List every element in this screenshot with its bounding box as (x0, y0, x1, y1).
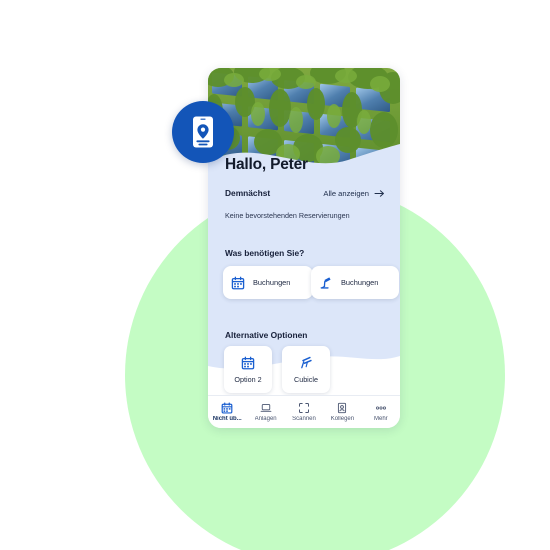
mobile-location-pin-icon (189, 115, 217, 149)
tab-label: Nicht üb... (212, 416, 242, 422)
upcoming-header-row: Demnächst Alle anzeigen (225, 188, 385, 198)
needs-item-label: Buchungen (253, 278, 291, 287)
arrow-right-icon (374, 189, 385, 198)
tab-label: Kollegen (330, 416, 355, 422)
phone-mockup-card: Hallo, Peter Demnächst Alle anzeigen Kei… (208, 68, 400, 428)
needs-item-bookings-calendar[interactable]: Buchungen (223, 266, 313, 299)
tab-nicht-ueberprueft[interactable]: Nicht üb... (208, 402, 246, 422)
laptop-icon (260, 402, 272, 414)
calendar-icon (221, 402, 233, 414)
tab-kollegen[interactable]: Kollegen (323, 402, 361, 422)
page-title: Hallo, Peter (225, 156, 308, 173)
tab-label: Anlagen (254, 416, 277, 422)
needs-item-label: Buchungen (341, 278, 379, 287)
alternative-item-label: Cubicle (294, 374, 318, 384)
desk-icon (299, 356, 313, 370)
tab-label: Scannen (292, 416, 316, 422)
contact-card-icon (336, 402, 348, 414)
calendar-icon (231, 276, 245, 290)
see-all-label: Alle anzeigen (323, 188, 369, 198)
upcoming-label: Demnächst (225, 188, 271, 198)
alternative-item-option-2[interactable]: Option 2 (224, 346, 272, 393)
calendar-icon (241, 356, 255, 370)
alternatives-section-title: Alternative Optionen (225, 330, 308, 340)
scan-frame-icon (298, 402, 310, 414)
tab-mehr[interactable]: Mehr (362, 402, 400, 422)
needs-section-title: Was benötigen Sie? (225, 248, 305, 258)
desk-lamp-icon (319, 276, 333, 290)
tab-label: Mehr (373, 416, 388, 422)
needs-item-bookings-desk[interactable]: Buchungen (311, 266, 399, 299)
see-all-button[interactable]: Alle anzeigen (323, 189, 385, 198)
alternative-item-label: Option 2 (234, 374, 262, 384)
bottom-tab-bar: Nicht üb... Anlagen Scannen Kollegen Meh… (208, 395, 400, 428)
more-dots-icon (375, 402, 387, 414)
alternative-item-cubicle[interactable]: Cubicle (282, 346, 330, 393)
upcoming-empty-text: Keine bevorstehenden Reservierungen (225, 211, 350, 220)
tab-scannen[interactable]: Scannen (285, 402, 323, 422)
canvas: Hallo, Peter Demnächst Alle anzeigen Kei… (0, 0, 550, 550)
app-logo-badge (172, 101, 234, 163)
card-content: Hallo, Peter Demnächst Alle anzeigen Kei… (208, 68, 400, 428)
tab-anlagen[interactable]: Anlagen (246, 402, 284, 422)
